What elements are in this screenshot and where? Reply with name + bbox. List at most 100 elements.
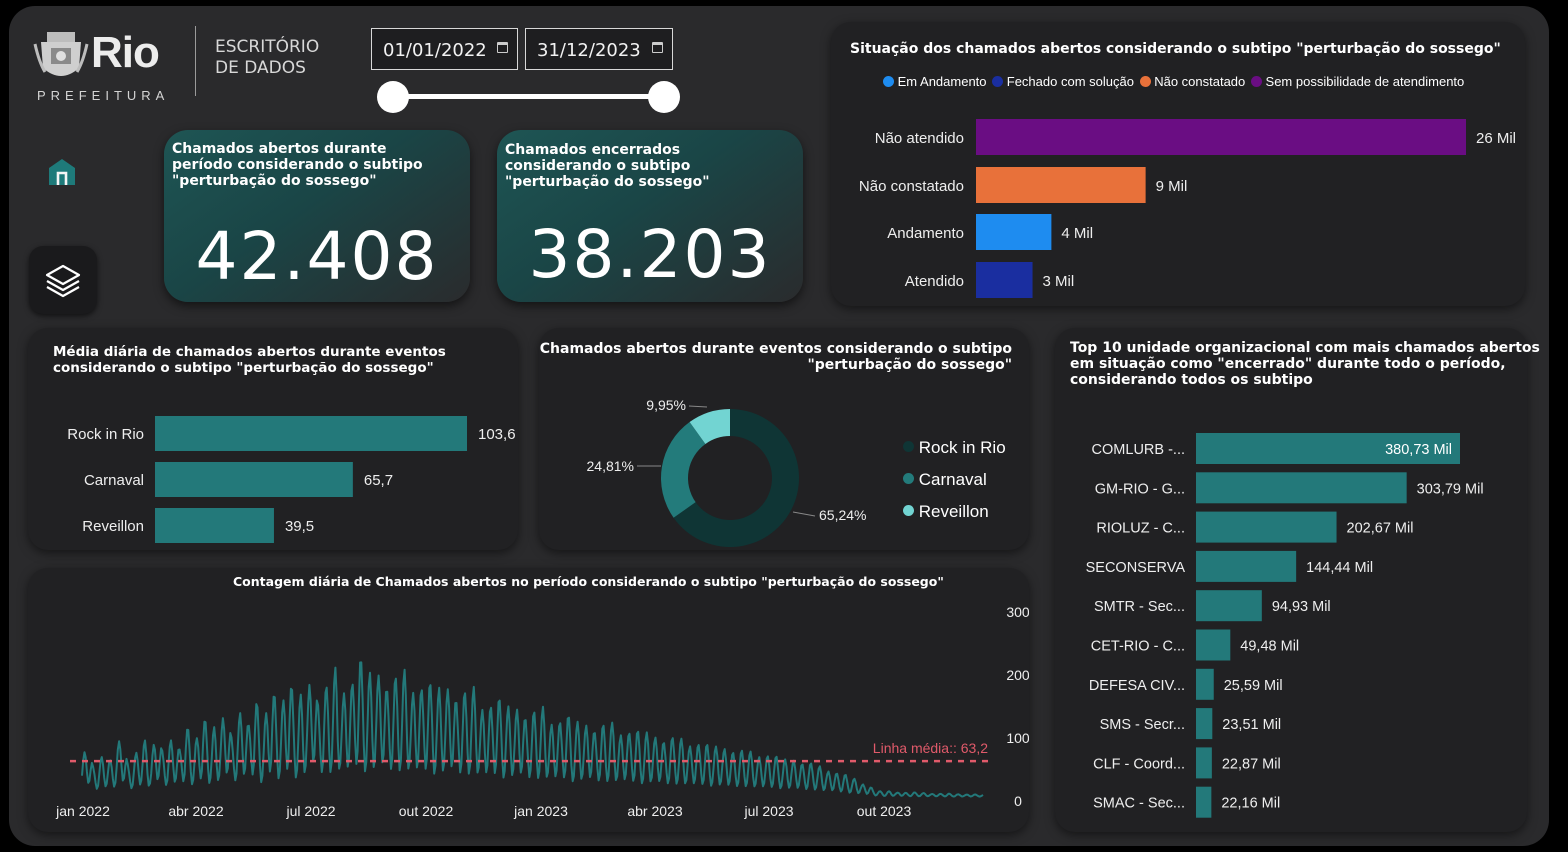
calendar-icon[interactable] [497, 42, 508, 53]
top10-value-label: 25,59 Mil [1224, 678, 1283, 694]
events-avg-value-label: 103,6 [478, 426, 516, 443]
slider-start-handle[interactable] [377, 81, 409, 113]
daily-line-chart: 0 100 200 300 jan 2022 abr 2022 jul 2022 out 20… [55, 604, 1029, 819]
prefeitura-logo: Rio PREFEITURA [33, 24, 183, 104]
donut-slice [661, 422, 706, 518]
donut-legend: Rock in Rio Carnaval Reveillon [903, 432, 1006, 528]
donut-label: 65,24% [819, 507, 866, 523]
situation-bar [976, 214, 1052, 250]
top10-value-label: 144,44 Mil [1306, 560, 1373, 576]
x-tick-label: out 2022 [399, 803, 454, 819]
kpi-closed-value: 38.203 [528, 216, 772, 293]
events-donut-card: Chamados abertos durante eventos conside… [539, 328, 1029, 550]
top10-category-label: RIOLUZ - C... [1096, 521, 1185, 537]
top10-bar [1196, 472, 1407, 504]
top10-category-label: SMAC - Sec... [1093, 796, 1185, 812]
top10-bar [1196, 511, 1337, 543]
top10-bar [1196, 786, 1212, 818]
top10-bar [1196, 590, 1262, 622]
situation-value-label: 9 Mil [1156, 178, 1188, 195]
events-avg-category-label: Carnaval [84, 472, 144, 489]
end-date-input[interactable]: 31/12/2023 [525, 28, 673, 70]
donut-label: 24,81% [587, 458, 634, 474]
city-crest-icon [33, 32, 89, 76]
x-tick-label: abr 2022 [168, 803, 223, 819]
top10-bar [1196, 550, 1297, 582]
top10-category-label: CLF - Coord... [1093, 756, 1185, 772]
logo-word: Rio [91, 28, 160, 77]
legend-item[interactable]: Reveillon [903, 496, 1006, 528]
end-date-value: 31/12/2023 [537, 40, 641, 61]
events-avg-bar [155, 508, 274, 543]
x-tick-label: jul 2022 [285, 803, 335, 819]
top10-value-label: 23,51 Mil [1222, 717, 1281, 733]
situation-category-label: Atendido [905, 273, 964, 290]
office-line1: ESCRITÓRIO [215, 37, 320, 57]
y-tick-label: 300 [1006, 604, 1029, 620]
top10-bar [1196, 629, 1231, 661]
donut-leader-line [792, 511, 816, 517]
slider-end-handle[interactable] [648, 81, 680, 113]
top10-category-label: SMTR - Sec... [1094, 599, 1185, 615]
events-avg-bar [155, 462, 353, 497]
legend-item[interactable]: Rock in Rio [903, 432, 1006, 464]
average-line-label: Linha média:: 63,2 [873, 740, 988, 756]
situation-value-label: 3 Mil [1043, 273, 1075, 290]
logo-subtitle: PREFEITURA [37, 88, 170, 103]
x-tick-label: abr 2023 [627, 803, 682, 819]
kpi-closed-title: Chamados encerrados considerando o subti… [505, 142, 710, 190]
top10-category-label: SECONSERVA [1086, 560, 1186, 576]
events-avg-category-label: Reveillon [82, 518, 144, 535]
top10-value-label: 303,79 Mil [1417, 481, 1484, 497]
x-tick-label: out 2023 [857, 803, 912, 819]
logo-divider [195, 26, 196, 96]
dashboard-frame: Rio PREFEITURA ESCRITÓRIO DE DADOS 01/01… [9, 6, 1549, 846]
legend-item[interactable]: Carnaval [903, 464, 1006, 496]
situation-value-label: 4 Mil [1061, 225, 1093, 242]
top10-value-label: 22,87 Mil [1222, 756, 1281, 772]
top10-category-label: CET-RIO - C... [1091, 639, 1185, 655]
top10-value-label: 22,16 Mil [1221, 796, 1280, 812]
calendar-icon[interactable] [652, 42, 663, 53]
top10-card: Top 10 unidade organizacional com mais c… [1055, 328, 1540, 832]
x-tick-label: jan 2022 [55, 803, 110, 819]
top10-bar [1196, 668, 1214, 700]
donut-leader-line [688, 405, 708, 408]
top10-category-label: DEFESA CIV... [1089, 678, 1185, 694]
office-line2: DE DADOS [215, 58, 306, 78]
daily-line-card: Contagem diária de Chamados abertos no p… [28, 568, 1029, 832]
top10-category-label: SMS - Secr... [1100, 717, 1185, 733]
layers-icon [45, 264, 81, 298]
situation-value-label: 26 Mil [1476, 130, 1516, 147]
legend-dot [903, 505, 914, 516]
events-avg-bar-chart: Rock in Rio 103,6 Carnaval 65,7 Reveillon 39,… [67, 416, 516, 543]
date-range-slider[interactable] [377, 80, 681, 114]
situation-chart-card: Situação dos chamados abertos consideran… [831, 22, 1525, 306]
situation-bar [976, 119, 1466, 155]
x-tick-label: jul 2023 [743, 803, 793, 819]
nav-layers-button[interactable] [29, 246, 97, 314]
start-date-value: 01/01/2022 [383, 40, 487, 61]
events-avg-bar [155, 416, 467, 451]
situation-bar [976, 262, 1033, 298]
top10-bar-chart: COMLURB -... 380,73 Mil GM-RIO - G... 303,7… [1086, 433, 1484, 818]
legend-dot [903, 473, 914, 484]
y-tick-label: 200 [1006, 667, 1029, 683]
top10-value-label: 202,67 Mil [1347, 521, 1414, 537]
top10-bar [1196, 747, 1212, 779]
situation-bar [976, 167, 1146, 203]
events-avg-value-label: 39,5 [285, 518, 314, 535]
top10-value-label: 94,93 Mil [1272, 599, 1331, 615]
x-tick-label: jan 2023 [513, 803, 568, 819]
daily-series-line [81, 661, 984, 798]
top10-value-label: 380,73 Mil [1385, 442, 1452, 458]
situation-category-label: Andamento [887, 225, 964, 242]
kpi-opened-title: Chamados abertos durante período conside… [172, 141, 423, 189]
nav-home-button[interactable] [45, 154, 81, 190]
top10-category-label: COMLURB -... [1092, 442, 1185, 458]
kpi-card-closed: Chamados encerrados considerando o subti… [497, 130, 803, 302]
situation-bar-chart: Não atendido 26 Mil Não constatado 9 Mil And… [859, 119, 1516, 298]
situation-category-label: Não constatado [859, 178, 964, 195]
start-date-input[interactable]: 01/01/2022 [371, 28, 518, 70]
top10-value-label: 49,48 Mil [1240, 639, 1299, 655]
